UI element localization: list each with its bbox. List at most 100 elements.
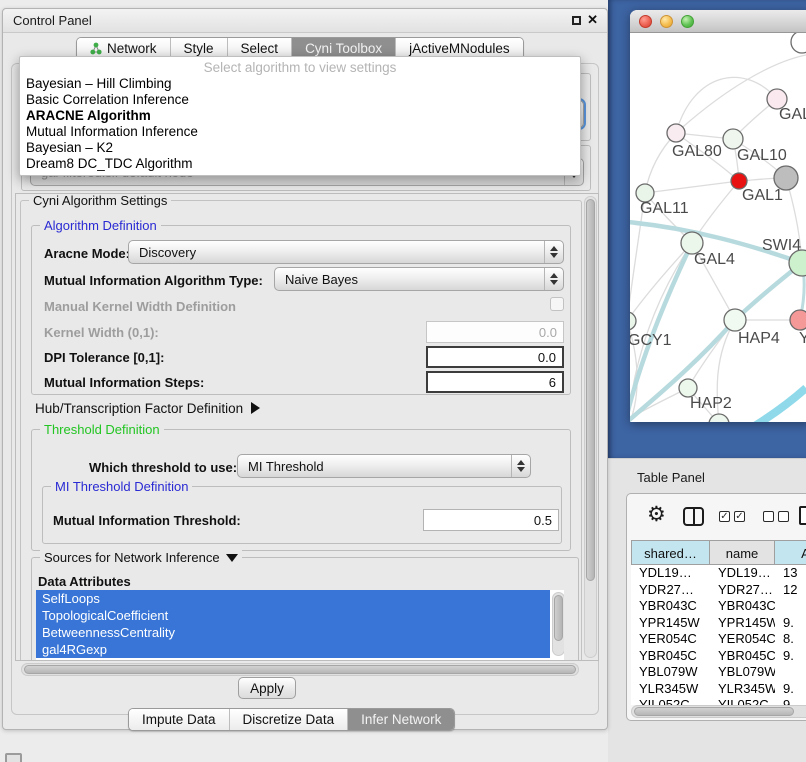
apply-button[interactable]: Apply bbox=[238, 677, 296, 699]
table-cell[interactable]: YIL052C bbox=[710, 697, 775, 705]
gear-icon[interactable]: ⚙ bbox=[647, 504, 666, 525]
checkbox-unchecked-icon[interactable] bbox=[778, 511, 789, 522]
network-node-gal10[interactable] bbox=[723, 129, 743, 149]
panel-grip-icon[interactable] bbox=[5, 753, 22, 762]
network-node-hap4[interactable] bbox=[724, 309, 746, 331]
table-row[interactable]: YER054CYER054C8. bbox=[631, 631, 806, 648]
table-cell[interactable]: 9. bbox=[775, 648, 806, 665]
network-window-titlebar[interactable] bbox=[630, 10, 806, 33]
table-cell[interactable]: 8. bbox=[775, 631, 806, 648]
network-canvas[interactable]: GAL80GALGAL10GAL1GAL11SWI4GAL4GCY1HAP4YH… bbox=[630, 33, 806, 422]
table-cell[interactable]: YBR045C bbox=[710, 648, 775, 665]
network-edge[interactable] bbox=[645, 181, 739, 193]
network-window[interactable]: GAL80GALGAL10GAL1GAL11SWI4GAL4GCY1HAP4YH… bbox=[630, 10, 806, 422]
attribute-item-gal4rgexp[interactable]: gal4RGexp bbox=[36, 641, 550, 658]
hub-definition-expander[interactable]: Hub/Transcription Factor Definition bbox=[35, 401, 260, 416]
table-cell[interactable]: YBR043C bbox=[710, 598, 775, 615]
data-attributes-list[interactable]: SelfLoopsTopologicalCoefficientBetweenne… bbox=[36, 590, 564, 661]
table-cell[interactable]: YER054C bbox=[710, 631, 775, 648]
checkbox-checked-icon[interactable]: ✓ bbox=[719, 511, 730, 522]
dropdown-item-basic-correlation-inference[interactable]: Basic Correlation Inference bbox=[20, 92, 580, 108]
table-cell[interactable]: YBR045C bbox=[631, 648, 710, 665]
mi-steps-field[interactable]: 6 bbox=[426, 371, 564, 393]
network-node-gcy1[interactable] bbox=[630, 312, 636, 330]
document-icon[interactable] bbox=[799, 506, 806, 525]
settings-vertical-scrollbar[interactable] bbox=[584, 196, 597, 658]
close-panel-icon[interactable]: ✕ bbox=[587, 12, 598, 28]
table-cell[interactable]: YPR145W bbox=[710, 615, 775, 632]
table-horizontal-scrollbar[interactable] bbox=[631, 705, 806, 718]
network-edge[interactable] bbox=[676, 77, 777, 133]
table-row[interactable]: YDL19…YDL19…13 bbox=[631, 565, 806, 582]
table-cell[interactable]: YLR345W bbox=[710, 681, 775, 698]
kernel-width-field[interactable]: 0.0 bbox=[426, 321, 564, 343]
manual-kernel-width-checkbox[interactable] bbox=[550, 297, 564, 311]
table-cell[interactable]: YIL052C bbox=[631, 697, 710, 705]
table-column-header-shared[interactable]: shared… bbox=[631, 540, 710, 565]
table-cell[interactable]: YBL079W bbox=[710, 664, 775, 681]
tab-infer-network[interactable]: Infer Network bbox=[347, 709, 454, 730]
table-column-header-name[interactable]: name bbox=[710, 540, 775, 565]
table-cell[interactable] bbox=[775, 664, 806, 681]
table-cell[interactable]: YBL079W bbox=[631, 664, 710, 681]
network-node-gal80[interactable] bbox=[667, 124, 685, 142]
dropdown-item-aracne-algorithm[interactable]: ARACNE Algorithm bbox=[20, 108, 580, 124]
checkbox-unchecked-icon[interactable] bbox=[763, 511, 774, 522]
network-edge[interactable] bbox=[748, 388, 806, 422]
table-cell[interactable]: YDR27… bbox=[710, 582, 775, 599]
table-cell[interactable]: 9. bbox=[775, 697, 806, 705]
manual-kernel-width-label: Manual Kernel Width Definition bbox=[44, 299, 236, 314]
minimize-traffic-light-icon[interactable] bbox=[660, 15, 673, 28]
network-node[interactable] bbox=[791, 33, 806, 53]
tab-impute-data[interactable]: Impute Data bbox=[129, 709, 229, 730]
table-cell[interactable]: YDR27… bbox=[631, 582, 710, 599]
which-threshold-combo[interactable]: MI Threshold bbox=[237, 454, 531, 478]
table-cell[interactable]: YLR345W bbox=[631, 681, 710, 698]
table-row[interactable]: YLR345WYLR345W9. bbox=[631, 681, 806, 698]
mi-threshold-group-title: MI Threshold Definition bbox=[51, 479, 192, 494]
float-window-icon[interactable] bbox=[572, 16, 581, 25]
control-panel-titlebar[interactable]: Control Panel ✕ bbox=[3, 9, 607, 33]
table-cell[interactable]: 13 bbox=[775, 565, 806, 582]
table-cell[interactable]: YER054C bbox=[631, 631, 710, 648]
aracne-mode-combo[interactable]: Discovery bbox=[128, 240, 564, 264]
attribute-item-topologicalcoefficient[interactable]: TopologicalCoefficient bbox=[36, 607, 550, 624]
tab-discretize-data[interactable]: Discretize Data bbox=[229, 709, 348, 730]
table-cell[interactable]: YDL19… bbox=[631, 565, 710, 582]
table-row[interactable]: YBR045CYBR045C9. bbox=[631, 648, 806, 665]
dropdown-item-mutual-information-inference[interactable]: Mutual Information Inference bbox=[20, 124, 580, 140]
column-browser-icon[interactable] bbox=[683, 507, 704, 526]
table-column-header-a[interactable]: A bbox=[775, 540, 806, 565]
table-cell[interactable]: YDL19… bbox=[710, 565, 775, 582]
table-cell[interactable]: 9. bbox=[775, 615, 806, 632]
dropdown-item-dream8-dc-tdc-algorithm[interactable]: Dream8 DC_TDC Algorithm bbox=[20, 156, 580, 172]
mi-algorithm-type-combo[interactable]: Naive Bayes bbox=[274, 267, 564, 291]
close-traffic-light-icon[interactable] bbox=[639, 15, 652, 28]
network-node-label: GAL bbox=[779, 106, 806, 123]
dropdown-item-bayesian-k2[interactable]: Bayesian – K2 bbox=[20, 140, 580, 156]
aracne-mode-label: Aracne Mode: bbox=[44, 246, 130, 261]
settings-horizontal-scrollbar[interactable] bbox=[21, 663, 579, 676]
attribute-item-betweennesscentrality[interactable]: BetweennessCentrality bbox=[36, 624, 550, 641]
table-row[interactable]: YDR27…YDR27…12 bbox=[631, 582, 806, 599]
attributes-list-scrollbar[interactable] bbox=[552, 592, 564, 656]
sources-group-title[interactable]: Sources for Network Inference bbox=[40, 550, 242, 565]
checkbox-checked-icon[interactable]: ✓ bbox=[734, 511, 745, 522]
network-node-y[interactable] bbox=[790, 310, 806, 330]
network-edge[interactable] bbox=[645, 133, 676, 193]
table-row[interactable]: YIL052CYIL052C9. bbox=[631, 697, 806, 705]
table-row[interactable]: YBR043CYBR043C bbox=[631, 598, 806, 615]
attribute-item-selfloops[interactable]: SelfLoops bbox=[36, 590, 550, 607]
table-cell[interactable] bbox=[775, 598, 806, 615]
table-row[interactable]: YBL079WYBL079W bbox=[631, 664, 806, 681]
mi-threshold-field[interactable]: 0.5 bbox=[423, 509, 559, 531]
table-cell[interactable]: YBR043C bbox=[631, 598, 710, 615]
table-cell[interactable]: YPR145W bbox=[631, 615, 710, 632]
dpi-tolerance-field[interactable]: 0.0 bbox=[426, 346, 564, 368]
dropdown-item-bayesian-hill-climbing[interactable]: Bayesian – Hill Climbing bbox=[20, 76, 580, 92]
network-node[interactable] bbox=[774, 166, 798, 190]
zoom-traffic-light-icon[interactable] bbox=[681, 15, 694, 28]
table-row[interactable]: YPR145WYPR145W9. bbox=[631, 615, 806, 632]
table-cell[interactable]: 9. bbox=[775, 681, 806, 698]
table-cell[interactable]: 12 bbox=[775, 582, 806, 599]
